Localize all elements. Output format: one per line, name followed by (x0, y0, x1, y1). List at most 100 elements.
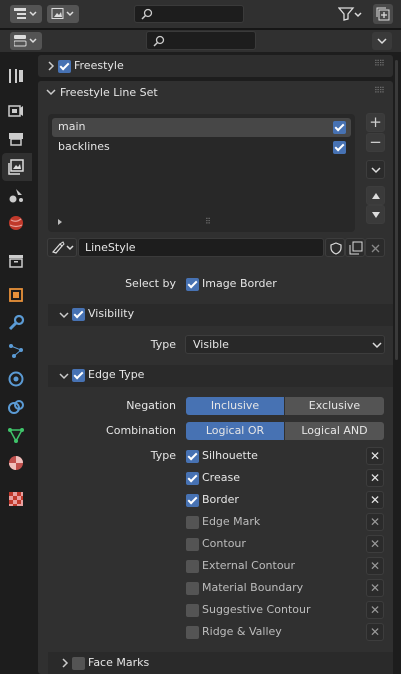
crease-checkbox[interactable] (186, 472, 199, 485)
drag-handle-icon[interactable]: ⠿⠿ (374, 59, 385, 68)
texture-tab-icon[interactable] (7, 490, 25, 508)
chevron-right-icon[interactable] (47, 61, 55, 71)
edge-type-checkbox[interactable] (72, 369, 85, 382)
list-resize-handle-icon[interactable]: ⠿ (205, 217, 211, 226)
ridge-valley-exclude-button[interactable]: ✕ (366, 623, 384, 641)
properties-editor-type-button[interactable] (10, 32, 42, 50)
edge-type-label: Edge Type (88, 368, 145, 381)
list-item[interactable]: backlines (52, 138, 351, 157)
chevron-down-icon[interactable] (46, 88, 56, 96)
shield-icon (330, 242, 342, 255)
freestyle-checkbox[interactable] (58, 60, 71, 73)
fake-user-button[interactable] (325, 238, 345, 257)
visibility-type-value: Visible (193, 338, 229, 351)
lineset-name: backlines (58, 140, 110, 153)
material-tab-icon[interactable] (7, 454, 25, 472)
remove-lineset-button[interactable]: − (366, 133, 385, 152)
linestyle-icon (51, 241, 74, 254)
object-tab-icon[interactable] (7, 286, 25, 304)
filter-icon (338, 7, 362, 21)
tool-tab-icon[interactable] (7, 67, 25, 85)
material-boundary-label: Material Boundary (202, 581, 304, 594)
triangle-up-icon (372, 193, 380, 199)
edge-mark-checkbox[interactable] (186, 516, 199, 529)
render-tab-icon[interactable] (7, 102, 25, 120)
lineset-checkbox[interactable] (333, 141, 346, 154)
linestyle-name-field[interactable]: LineStyle (78, 238, 324, 257)
physics-tab-icon[interactable] (7, 370, 25, 388)
drag-handle-icon[interactable]: ⠿⠿ (374, 86, 385, 95)
negation-inclusive-button[interactable]: Inclusive (186, 397, 284, 415)
lineset-specials-button[interactable] (366, 160, 385, 179)
external-contour-label: External Contour (202, 559, 296, 572)
collection-tab-icon[interactable] (7, 252, 25, 270)
move-down-button[interactable] (366, 205, 385, 224)
scene-tab-icon[interactable] (7, 186, 25, 204)
chevron-right-icon[interactable] (61, 658, 69, 668)
chevron-down-icon (377, 38, 387, 45)
crease-exclude-button[interactable]: ✕ (366, 469, 384, 487)
external-contour-exclude-button[interactable]: ✕ (366, 557, 384, 575)
linestyle-browse-button[interactable] (47, 238, 77, 257)
silhouette-label: Silhouette (202, 449, 258, 462)
negation-exclusive-button[interactable]: Exclusive (285, 397, 384, 415)
combination-and-button[interactable]: Logical AND (285, 422, 384, 440)
properties-options-button[interactable] (372, 32, 392, 50)
material-boundary-checkbox[interactable] (186, 582, 199, 595)
material-boundary-exclude-button[interactable]: ✕ (366, 579, 384, 597)
external-contour-checkbox[interactable] (186, 560, 199, 573)
editor-type-button[interactable] (10, 5, 42, 23)
image-border-checkbox[interactable] (186, 278, 199, 291)
lineset-checkbox[interactable] (333, 121, 346, 134)
contour-checkbox[interactable] (186, 538, 199, 551)
freestyle-label: Freestyle (74, 59, 124, 72)
add-lineset-button[interactable]: + (366, 113, 385, 132)
visibility-type-label: Type (150, 338, 176, 351)
visibility-checkbox[interactable] (72, 308, 85, 321)
select-by-label: Select by (125, 277, 176, 290)
output-tab-icon[interactable] (7, 130, 25, 148)
properties-scrollbar[interactable] (395, 60, 398, 360)
combination-or-button[interactable]: Logical OR (186, 422, 284, 440)
suggestive-contour-label: Suggestive Contour (202, 603, 311, 616)
particles-tab-icon[interactable] (7, 342, 25, 360)
suggestive-contour-exclude-button[interactable]: ✕ (366, 601, 384, 619)
suggestive-contour-checkbox[interactable] (186, 604, 199, 617)
edge-mark-label: Edge Mark (202, 515, 261, 528)
ridge-valley-label: Ridge & Valley (202, 625, 282, 638)
silhouette-exclude-button[interactable]: ✕ (366, 447, 384, 465)
combination-label: Combination (106, 424, 176, 437)
display-mode-button[interactable] (47, 5, 79, 23)
filter-button[interactable] (338, 5, 362, 23)
ridge-valley-checkbox[interactable] (186, 626, 199, 639)
contour-exclude-button[interactable]: ✕ (366, 535, 384, 553)
unlink-linestyle-button[interactable] (365, 238, 385, 257)
outliner-search-field[interactable] (134, 5, 244, 23)
world-tab-icon[interactable] (7, 214, 25, 232)
visibility-type-dropdown[interactable]: Visible (185, 335, 385, 354)
properties-search-field[interactable] (146, 31, 256, 50)
border-exclude-button[interactable]: ✕ (366, 491, 384, 509)
view-layer-tab-icon[interactable] (7, 158, 25, 176)
properties-search-input[interactable] (169, 34, 253, 48)
new-collection-button[interactable] (373, 4, 393, 24)
silhouette-checkbox[interactable] (186, 450, 199, 463)
properties-editor-icon (14, 35, 37, 47)
lineset-panel-label: Freestyle Line Set (60, 86, 158, 99)
border-checkbox[interactable] (186, 494, 199, 507)
edge-mark-exclude-button[interactable]: ✕ (366, 513, 384, 531)
modifier-tab-icon[interactable] (7, 314, 25, 332)
chevron-down-icon (372, 342, 382, 349)
chevron-down-icon[interactable] (59, 372, 69, 380)
search-icon (141, 8, 153, 20)
move-up-button[interactable] (366, 186, 385, 205)
chevron-down-icon[interactable] (59, 311, 69, 319)
duplicate-linestyle-button[interactable] (345, 238, 365, 257)
constraints-tab-icon[interactable] (7, 398, 25, 416)
face-marks-checkbox[interactable] (72, 657, 85, 670)
outliner-search-input[interactable] (157, 7, 241, 21)
data-tab-icon[interactable] (7, 426, 25, 444)
list-item[interactable]: main (52, 118, 351, 137)
list-filter-toggle-icon[interactable] (56, 218, 64, 226)
image-border-label: Image Border (202, 277, 277, 290)
